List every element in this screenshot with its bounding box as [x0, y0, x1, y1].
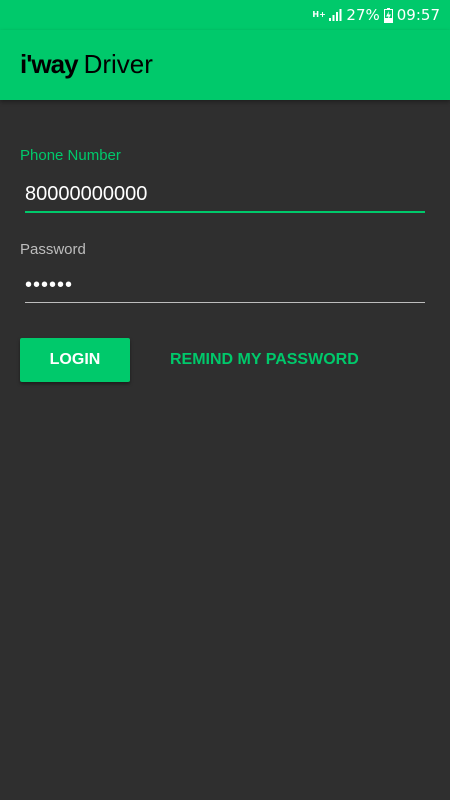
password-input[interactable]	[25, 268, 425, 303]
app-logo: i'way Driver	[20, 49, 153, 80]
phone-number-input[interactable]	[25, 177, 425, 213]
brand-logo: i'way	[20, 49, 79, 79]
password-label: Password	[20, 241, 86, 258]
phone-number-label: Phone Number	[20, 147, 121, 164]
battery-percent: 27%	[346, 6, 380, 24]
clock: 09:57	[396, 6, 440, 24]
login-screen: H+ 27% 09:57 i'way Driver Phone Number P…	[0, 0, 450, 800]
login-button[interactable]: LOGIN	[20, 338, 130, 382]
remind-password-button[interactable]: REMIND MY PASSWORD	[160, 338, 369, 382]
app-title: Driver	[83, 49, 153, 79]
signal-icon	[329, 9, 342, 21]
battery-charging-icon	[383, 7, 393, 23]
status-bar: H+ 27% 09:57	[0, 0, 450, 30]
network-type: H+	[312, 10, 326, 19]
app-bar: i'way Driver	[0, 30, 450, 100]
status-icons: H+ 27% 09:57	[312, 0, 440, 30]
